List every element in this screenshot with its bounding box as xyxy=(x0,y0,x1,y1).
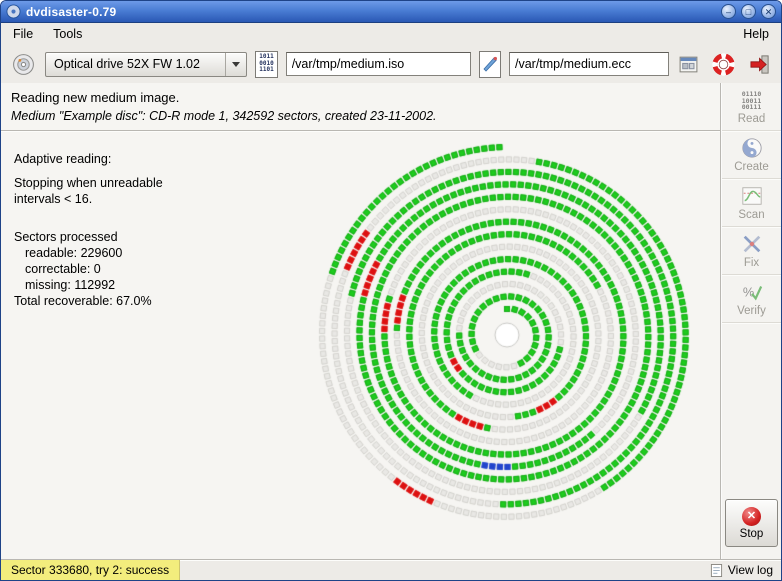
correctable-count: correctable: 0 xyxy=(14,261,163,277)
menu-file[interactable]: File xyxy=(3,25,43,43)
maximize-button[interactable]: □ xyxy=(741,4,756,19)
svg-text:%: % xyxy=(742,284,753,299)
preferences-button[interactable] xyxy=(677,53,700,76)
menubar: File Tools Help xyxy=(1,23,781,45)
create-icon xyxy=(741,137,763,159)
medium-info-panel: Reading new medium image. Medium "Exampl… xyxy=(1,83,720,131)
minimize-button[interactable]: – xyxy=(721,4,736,19)
stop-button[interactable]: ✕ Stop xyxy=(725,499,778,547)
drive-select-value: Optical drive 52X FW 1.02 xyxy=(54,57,200,71)
toolbar: Optical drive 52X FW 1.02 1011 0010 1101 xyxy=(1,45,781,83)
disc-spiral xyxy=(311,139,703,531)
stop-icon: ✕ xyxy=(742,507,761,526)
image-file-input[interactable] xyxy=(286,52,471,76)
statusbar: Sector 333680, try 2: success View log xyxy=(1,559,781,580)
exit-arrow-icon xyxy=(748,53,771,76)
drive-icon xyxy=(11,52,36,77)
window-icon[interactable] xyxy=(6,4,21,19)
stop-condition-line1: Stopping when unreadable xyxy=(14,175,163,191)
verify-button[interactable]: % Verify xyxy=(722,275,781,323)
titlebar: dvdisaster-0.79 – □ ✕ xyxy=(1,1,781,23)
scan-icon xyxy=(741,185,763,207)
main-content: Reading new medium image. Medium "Exampl… xyxy=(1,83,781,559)
close-button[interactable]: ✕ xyxy=(761,4,776,19)
quit-button[interactable] xyxy=(747,52,772,77)
readable-count: readable: 229600 xyxy=(14,245,163,261)
action-sidebar: 01110 10011 00111 Read Create xyxy=(721,83,781,559)
stop-condition-line2: intervals < 16. xyxy=(14,191,163,207)
drive-select-button[interactable] xyxy=(10,51,37,78)
fix-button[interactable]: Fix xyxy=(722,227,781,275)
log-icon xyxy=(710,563,723,578)
status-message: Sector 333680, try 2: success xyxy=(1,560,180,580)
missing-count: missing: 112992 xyxy=(14,277,163,293)
create-button[interactable]: Create xyxy=(722,131,781,179)
ecc-file-icon[interactable] xyxy=(479,51,501,78)
app-window: dvdisaster-0.79 – □ ✕ File Tools Help Op… xyxy=(0,0,782,581)
scan-button[interactable]: Scan xyxy=(722,179,781,227)
medium-description: Medium "Example disc": CD-R mode 1, 3425… xyxy=(11,109,710,123)
chevron-down-icon[interactable] xyxy=(225,53,246,76)
drive-select-combo[interactable]: Optical drive 52X FW 1.02 xyxy=(45,52,247,77)
preferences-icon xyxy=(678,54,699,75)
operation-status: Reading new medium image. xyxy=(11,90,710,105)
menu-tools[interactable]: Tools xyxy=(43,25,92,43)
menu-help[interactable]: Help xyxy=(733,25,779,43)
image-file-icon[interactable]: 1011 0010 1101 xyxy=(255,51,277,78)
verify-icon: % xyxy=(741,281,763,303)
read-button[interactable]: 01110 10011 00111 Read xyxy=(722,85,781,131)
adaptive-reading-heading: Adaptive reading: xyxy=(14,151,163,167)
window-title: dvdisaster-0.79 xyxy=(26,5,116,19)
sectors-processed-heading: Sectors processed xyxy=(14,229,163,245)
sector-statistics: Adaptive reading: Stopping when unreadab… xyxy=(14,151,163,309)
read-bits-icon: 01110 10011 00111 xyxy=(742,91,762,111)
total-recoverable: Total recoverable: 67.0% xyxy=(14,293,163,309)
fix-icon xyxy=(741,233,763,255)
help-button[interactable] xyxy=(711,52,736,77)
reading-area: Reading new medium image. Medium "Exampl… xyxy=(1,83,721,559)
view-log-button[interactable]: View log xyxy=(702,560,781,580)
ecc-file-input[interactable] xyxy=(509,52,669,76)
lifesaver-icon xyxy=(712,53,735,76)
